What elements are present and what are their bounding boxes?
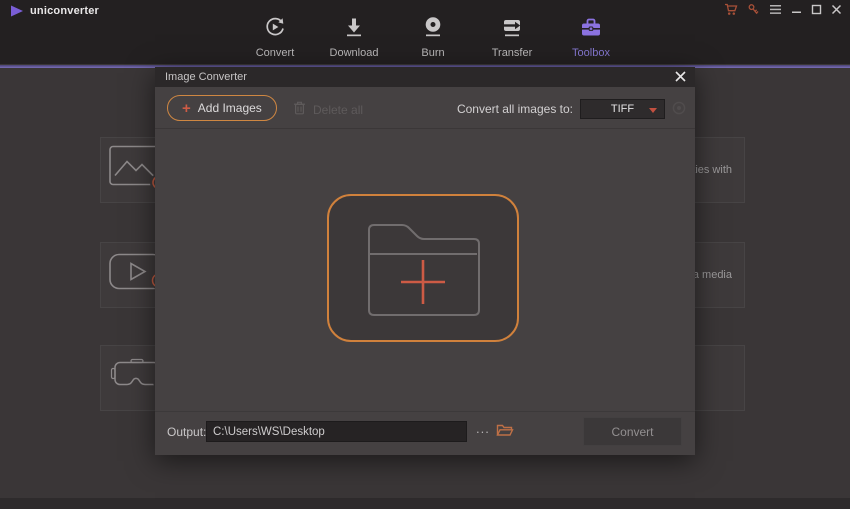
tab-label: Download [330, 47, 379, 59]
format-value: TIFF [611, 103, 634, 115]
tab-label: Convert [256, 47, 295, 59]
app-name: uniconverter [30, 5, 99, 17]
output-path-input[interactable] [206, 421, 467, 442]
tab-download[interactable]: Download [319, 15, 389, 59]
convert-all-label: Convert all images to: [457, 102, 573, 116]
output-label: Output: [167, 425, 206, 439]
burn-icon [421, 15, 445, 44]
store-cart-icon[interactable] [724, 3, 738, 16]
app-logo: uniconverter [10, 5, 99, 17]
tab-label: Transfer [492, 47, 533, 59]
convert-icon [263, 15, 287, 44]
browse-ellipsis-button[interactable]: ... [476, 421, 490, 436]
open-folder-icon[interactable] [496, 423, 514, 442]
tab-burn[interactable]: Burn [398, 15, 468, 59]
play-logo-icon [10, 5, 24, 17]
tab-label: Burn [421, 47, 444, 59]
card-visible-text: a media [693, 269, 732, 281]
image-converter-dialog: Image Converter + Add Images [155, 67, 695, 455]
minimize-icon[interactable] [791, 4, 802, 15]
convert-button[interactable]: Convert [583, 417, 682, 446]
chevron-down-icon [649, 108, 657, 113]
close-icon[interactable] [831, 4, 842, 15]
uniconverter-window: ctivities with a media [0, 0, 850, 509]
drop-area-add-folder[interactable] [327, 194, 519, 342]
delete-all-label: Delete all [313, 103, 363, 117]
trash-icon [293, 100, 306, 120]
register-key-icon[interactable] [747, 3, 760, 16]
add-images-button[interactable]: + Add Images [167, 95, 277, 121]
dialog-toolbar: + Add Images Delete all Convert all imag… [155, 87, 695, 129]
dialog-close-icon[interactable] [674, 70, 687, 83]
tab-transfer[interactable]: Transfer [477, 15, 547, 59]
output-row: Output: ... Convert [155, 411, 695, 451]
window-controls [724, 3, 842, 16]
tab-toolbox[interactable]: Toolbox [556, 15, 626, 59]
main-nav: Convert Download [240, 15, 635, 59]
tab-label: Toolbox [572, 47, 610, 59]
delete-all-button[interactable]: Delete all [293, 100, 363, 120]
titlebar: uniconverter Convert [0, 0, 850, 64]
toolbox-icon [579, 15, 603, 44]
settings-gear-icon[interactable] [671, 100, 687, 121]
add-images-label: Add Images [198, 101, 262, 115]
status-strip [0, 498, 850, 509]
format-dropdown[interactable]: TIFF [580, 99, 665, 119]
maximize-icon[interactable] [811, 4, 822, 15]
download-icon [342, 15, 366, 44]
dialog-titlebar: Image Converter [155, 67, 695, 87]
transfer-icon [500, 15, 524, 44]
menu-icon[interactable] [769, 4, 782, 15]
folder-plus-icon [361, 214, 485, 322]
tab-convert[interactable]: Convert [240, 15, 310, 59]
dialog-title: Image Converter [165, 71, 247, 83]
plus-icon: + [182, 101, 191, 116]
